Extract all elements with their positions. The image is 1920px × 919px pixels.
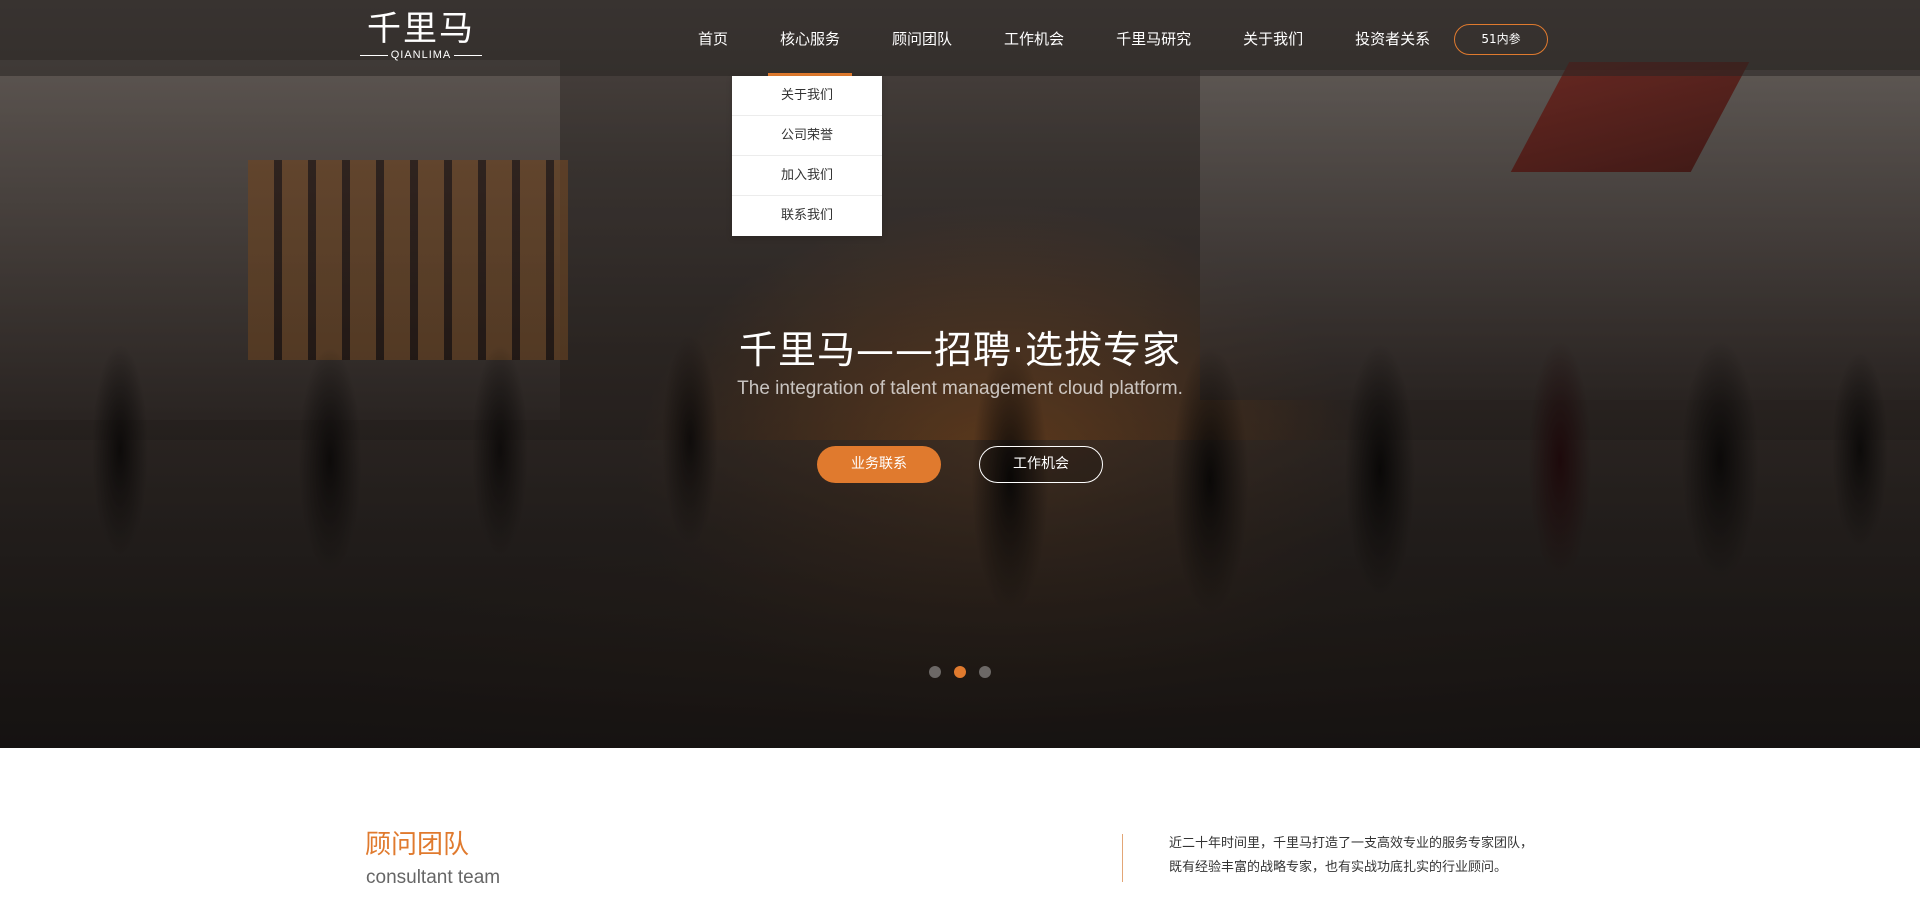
nav-item-about[interactable]: 关于我们 <box>1217 0 1329 76</box>
carousel-dot-2[interactable] <box>954 666 966 678</box>
hero-title: 千里马——招聘·选拔专家 <box>738 328 1182 372</box>
top-navbar: 千里马 QIANLIMA 首页 核心服务 顾问团队 工作机会 千里马研究 关于我… <box>0 0 1920 76</box>
logo-subtext: QIANLIMA <box>356 48 486 62</box>
nav-item-investors[interactable]: 投资者关系 <box>1329 0 1456 76</box>
hero-subtitle: The integration of talent management clo… <box>737 378 1183 399</box>
logo-text: 千里马 <box>367 9 475 49</box>
description-line-2: 既有经验丰富的战略专家，也有实战功底扎实的行业顾问。 <box>1169 860 1508 875</box>
section-divider <box>1122 834 1123 882</box>
dropdown-item-honors[interactable]: 公司荣誉 <box>732 116 882 156</box>
carousel-dot-1[interactable] <box>929 666 941 678</box>
logo[interactable]: 千里马 QIANLIMA <box>356 10 486 66</box>
carousel-dot-3[interactable] <box>979 666 991 678</box>
description-line-1: 近二十年时间里，千里马打造了一支高效专业的服务专家团队， <box>1169 836 1534 851</box>
insider-button[interactable]: 51内参 <box>1454 24 1548 55</box>
business-contact-button[interactable]: 业务联系 <box>817 446 941 483</box>
carousel-dots <box>929 666 991 678</box>
job-opportunities-button[interactable]: 工作机会 <box>979 446 1103 483</box>
nav-item-home[interactable]: 首页 <box>672 0 754 76</box>
hero-banner: 千里马——招聘·选拔专家 The integration of talent m… <box>0 0 1920 748</box>
section-title: 顾问团队 <box>365 830 470 860</box>
nav-item-consultant-team[interactable]: 顾问团队 <box>866 0 978 76</box>
main-menu: 首页 核心服务 顾问团队 工作机会 千里马研究 关于我们 投资者关系 <box>672 0 1456 76</box>
nav-dropdown-menu: 关于我们 公司荣誉 加入我们 联系我们 <box>732 76 882 236</box>
nav-item-core-services[interactable]: 核心服务 <box>754 0 866 76</box>
section-description: 近二十年时间里，千里马打造了一支高效专业的服务专家团队， 既有经验丰富的战略专家… <box>1169 832 1609 880</box>
section-subtitle: consultant team <box>366 867 501 888</box>
consultant-team-section: 顾问团队 consultant team 近二十年时间里，千里马打造了一支高效专… <box>0 748 1920 919</box>
dropdown-item-about[interactable]: 关于我们 <box>732 76 882 116</box>
nav-item-research[interactable]: 千里马研究 <box>1090 0 1217 76</box>
dropdown-item-join[interactable]: 加入我们 <box>732 156 882 196</box>
nav-item-jobs[interactable]: 工作机会 <box>978 0 1090 76</box>
dropdown-item-contact[interactable]: 联系我们 <box>732 196 882 236</box>
